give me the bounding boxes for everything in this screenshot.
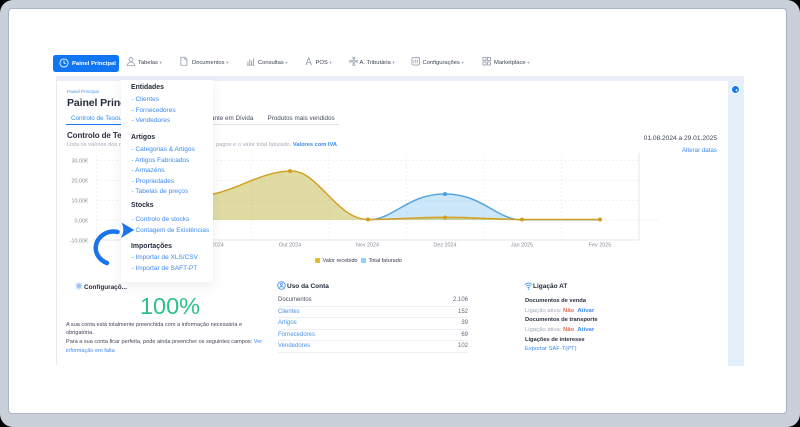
svg-text:20,00€: 20,00€: [72, 179, 89, 185]
svg-text:30,00€: 30,00€: [72, 159, 89, 165]
svg-text:Out 2024: Out 2024: [279, 242, 301, 248]
svg-text:10,00€: 10,00€: [72, 199, 89, 205]
svg-text:Fev 2025: Fev 2025: [589, 242, 611, 248]
svg-text:Dez 2024: Dez 2024: [433, 242, 456, 248]
svg-text:Jan 2025: Jan 2025: [511, 242, 533, 248]
svg-text:Nov 2024: Nov 2024: [356, 242, 379, 248]
